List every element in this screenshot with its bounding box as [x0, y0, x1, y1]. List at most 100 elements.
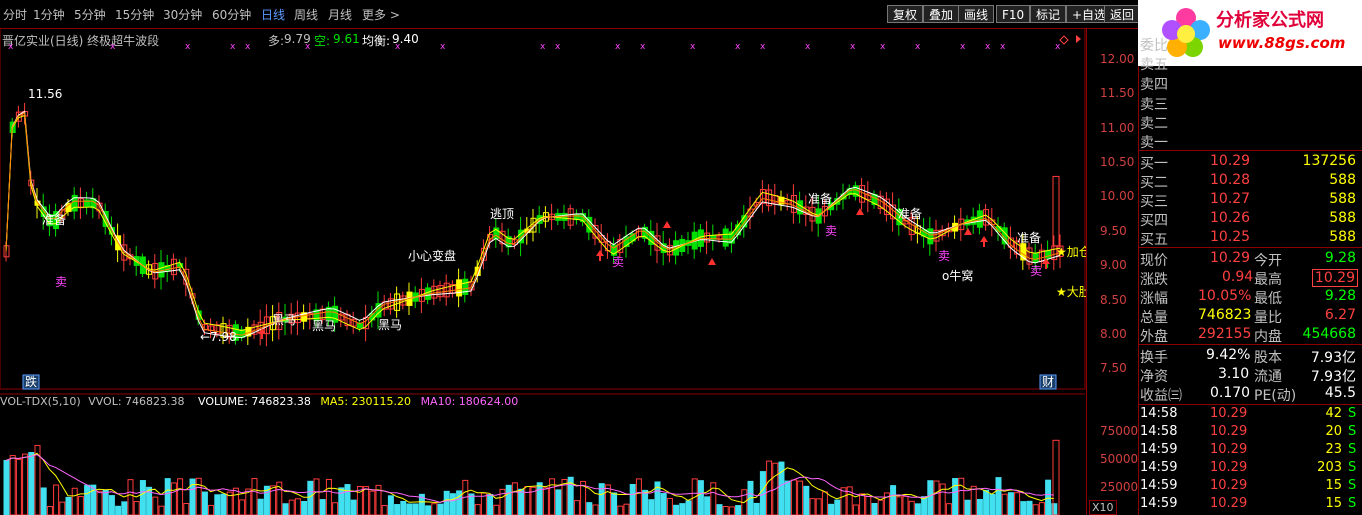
- fuquan-button[interactable]: 复权: [887, 5, 924, 23]
- tick-row: 14:59 10.29 15 S: [1140, 478, 1360, 496]
- top-marker: x: [640, 42, 646, 52]
- fundamental-label: 流通: [1254, 369, 1282, 385]
- tick-price: 10.29: [1210, 406, 1248, 421]
- logo-brand: 分析家公式网: [1216, 10, 1324, 31]
- separator: [1138, 344, 1362, 345]
- price-tick: 12.00: [1100, 52, 1135, 66]
- top-marker: x: [245, 42, 251, 52]
- tick-time: 14:59: [1140, 442, 1178, 457]
- volume-bar: [611, 492, 618, 515]
- period-1min[interactable]: 1分钟: [33, 6, 65, 23]
- volume-bar: [921, 496, 928, 515]
- tick-side: S: [1348, 460, 1357, 475]
- huaxian-button[interactable]: 画线: [958, 5, 995, 23]
- back-button[interactable]: 返回: [1104, 5, 1141, 23]
- fundamental-row: 换手 9.42% 股本 7.93亿: [1140, 347, 1360, 366]
- ma5-value: 230115.20: [351, 395, 412, 408]
- volume-tick: 50000: [1100, 452, 1139, 466]
- period-fenshi[interactable]: 分时: [3, 6, 27, 23]
- sell3-label: 卖三: [1140, 97, 1168, 113]
- volume-bar: [84, 484, 91, 515]
- volume-bar: [697, 480, 704, 515]
- quote-label: 总量: [1140, 310, 1168, 326]
- volume-bar: [239, 499, 246, 515]
- tick-price: 10.29: [1210, 478, 1248, 493]
- buy-label: 买五: [1140, 232, 1168, 248]
- quote-label: 内盘: [1254, 329, 1282, 345]
- top-marker: x: [110, 42, 116, 52]
- volume-bar: [778, 461, 785, 515]
- fundamental-label: 净资: [1140, 369, 1168, 385]
- diejia-button[interactable]: 叠加: [923, 5, 960, 23]
- volume-bar: [989, 493, 996, 515]
- period-weekly[interactable]: 周线: [294, 6, 318, 23]
- volume-bar: [288, 499, 295, 515]
- buy5-row: 买五 10.25 588: [1140, 229, 1360, 248]
- quote-label: 最高: [1254, 272, 1282, 288]
- buy-label: 买四: [1140, 213, 1168, 229]
- period-30min[interactable]: 30分钟: [163, 6, 202, 23]
- period-monthly[interactable]: 月线: [328, 6, 352, 23]
- volume-bar: [704, 496, 711, 515]
- quote-label: 量比: [1254, 310, 1282, 326]
- volume-bar: [251, 478, 258, 515]
- volume-bar: [679, 503, 686, 515]
- volume-bar: [301, 501, 308, 515]
- period-15min[interactable]: 15分钟: [115, 6, 154, 23]
- period-5min[interactable]: 5分钟: [74, 6, 106, 23]
- buy1-row: 买一 10.29 137256: [1140, 153, 1360, 172]
- volume-bar: [617, 505, 624, 515]
- volume-bar: [511, 482, 518, 515]
- top-marker: x: [915, 42, 921, 52]
- volume-bar: [983, 489, 990, 515]
- volume-bar: [325, 478, 332, 515]
- period-60min[interactable]: 60分钟: [212, 6, 251, 23]
- top-marker: x: [555, 42, 561, 52]
- volume-bar: [753, 502, 760, 515]
- top-marker: x: [985, 42, 991, 52]
- buy3-row: 买三 10.27 588: [1140, 191, 1360, 210]
- buy-volume: 588: [1329, 172, 1356, 188]
- period-more[interactable]: 更多 >: [362, 6, 400, 23]
- volume-bar: [834, 499, 841, 515]
- volume-unit: X10: [1089, 500, 1117, 515]
- high-price-label: 11.56: [28, 87, 62, 101]
- volume-bar: [945, 503, 952, 515]
- kline-chart[interactable]: x x x x x x x x x x x x x x x x x x x x x x x11.56←7.98准备卖逃顶小心…: [0, 28, 1086, 515]
- heima-label: 黑马: [312, 319, 336, 333]
- volume-bar: [995, 477, 1002, 515]
- die-label: 跌: [25, 374, 37, 389]
- volume-header: VOL-TDX(5,10) VVOL: 746823.38 VOLUME: 74…: [0, 395, 1086, 409]
- tick-volume: 15: [1325, 478, 1342, 493]
- fundamental-label: 股本: [1254, 350, 1282, 366]
- candle-body: [561, 212, 568, 221]
- volume-bar: [121, 501, 128, 515]
- buy-label: 买二: [1140, 175, 1168, 191]
- volume-label: VOLUME:: [198, 395, 248, 408]
- volume-bar: [232, 487, 239, 515]
- f10-button[interactable]: F10: [996, 5, 1031, 23]
- low-price-label: ←7.98: [200, 330, 237, 344]
- volume-bar: [673, 504, 680, 515]
- volume-bar: [1032, 504, 1039, 515]
- price-tick: 11.50: [1100, 86, 1135, 100]
- volume-bar: [927, 480, 934, 515]
- tick-row: 14:59 10.29 15 S: [1140, 496, 1360, 514]
- biaoji-button[interactable]: 标记: [1030, 5, 1067, 23]
- volume-bar: [363, 486, 370, 515]
- volume-bar: [735, 505, 742, 515]
- volume-bar: [195, 477, 202, 515]
- top-marker: x: [880, 42, 886, 52]
- zhunbei-label: 准备: [1017, 231, 1041, 245]
- volume-bar: [338, 487, 345, 515]
- top-marker: x: [8, 42, 14, 52]
- volume-bar: [790, 479, 797, 515]
- volume-bar: [803, 485, 810, 515]
- top-marker: x: [960, 42, 966, 52]
- period-daily[interactable]: 日线: [261, 6, 285, 23]
- tick-price: 10.29: [1210, 496, 1248, 511]
- volume-bar: [908, 500, 915, 515]
- volume-bar: [840, 487, 847, 515]
- tick-time: 14:59: [1140, 496, 1178, 511]
- buy-volume: 588: [1329, 210, 1356, 226]
